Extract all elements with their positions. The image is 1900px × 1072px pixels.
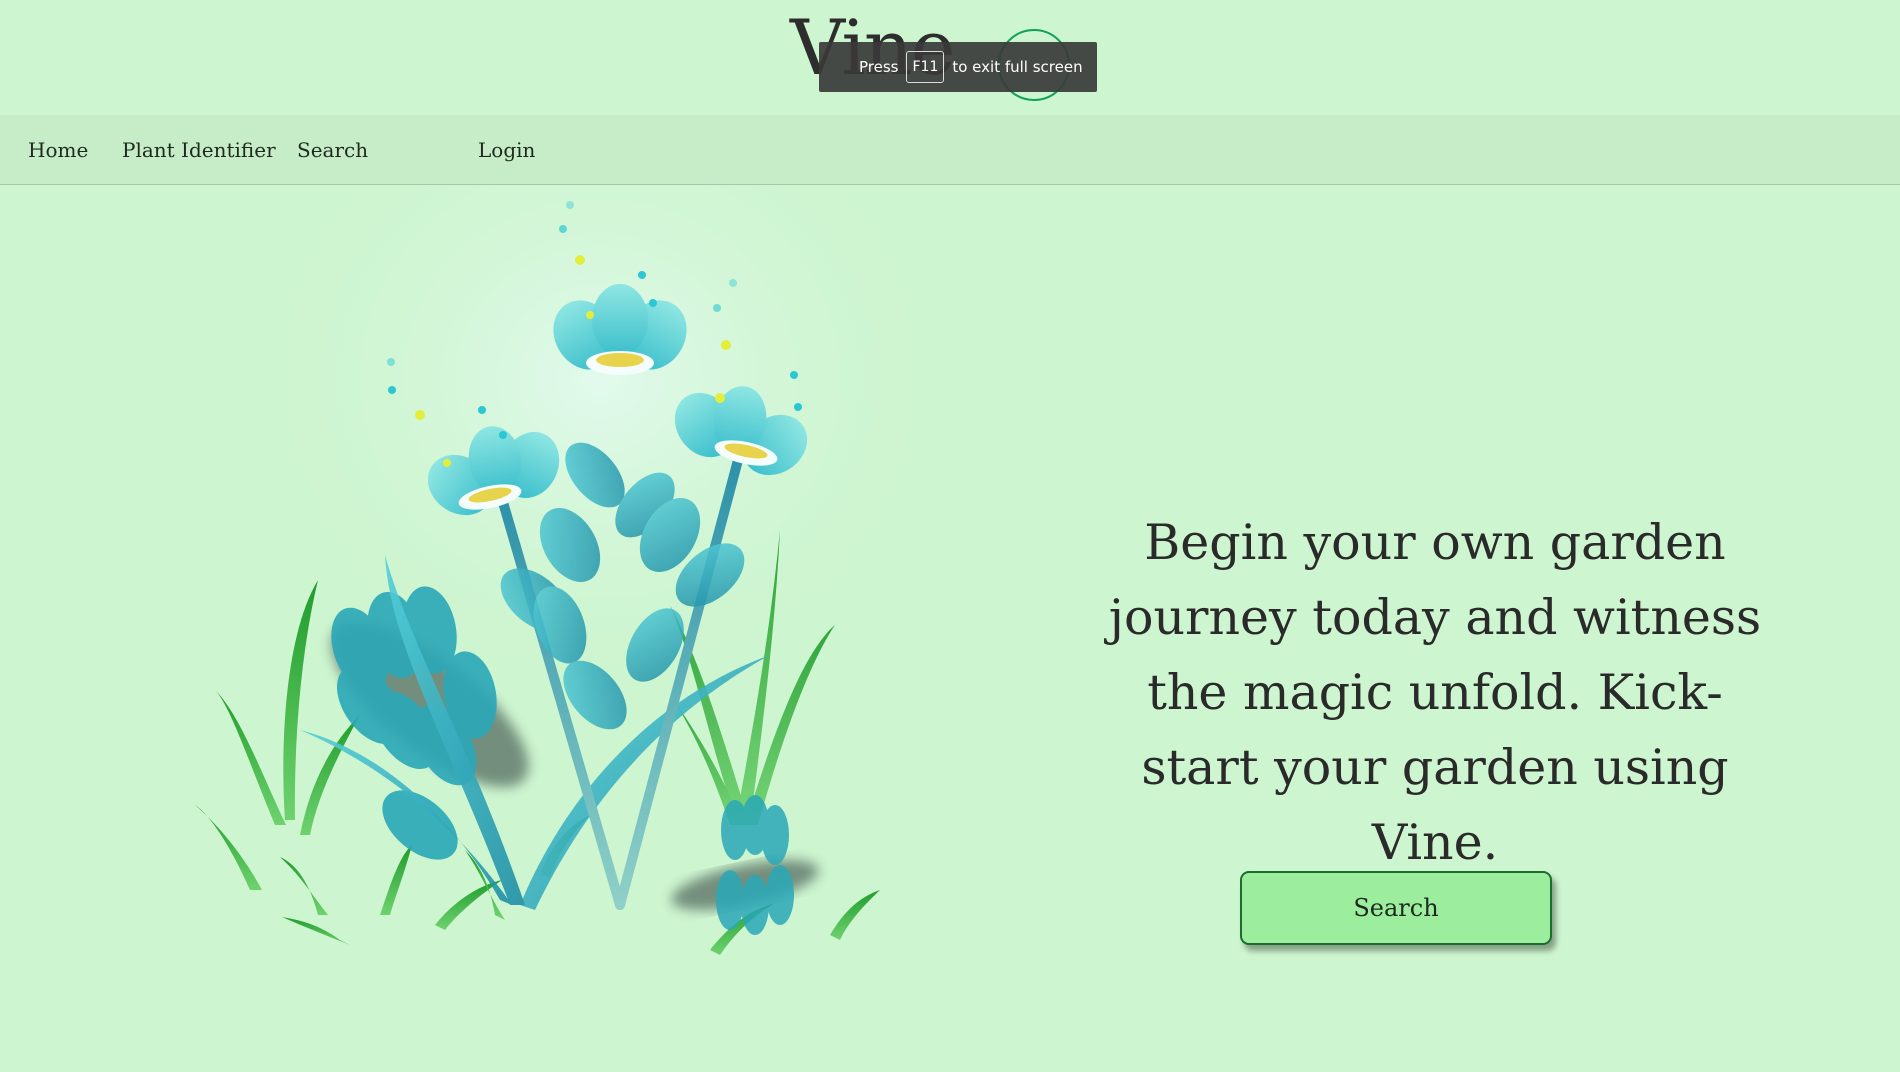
toast-press-text: Press: [859, 58, 899, 76]
toast-exit-text: to exit full screen: [952, 58, 1083, 76]
flower-garden-illustration: [190, 115, 1010, 985]
toast-key-badge: F11: [906, 51, 945, 83]
nav-search[interactable]: Search: [297, 115, 368, 185]
site-header: Vine Press F11 to exit full screen: [0, 0, 1900, 115]
fullscreen-toast: Press F11 to exit full screen: [819, 42, 1097, 92]
flower-garden-svg: [195, 115, 960, 955]
fern-right-icon: [671, 795, 819, 935]
main-navbar: Home Plant Identifier Search Login: [0, 115, 1900, 185]
hero-headline: Begin your own garden journey today and …: [1108, 514, 1762, 871]
search-cta-button[interactable]: Search: [1240, 871, 1552, 945]
page: Vine Press F11 to exit full screen Home …: [0, 0, 1900, 1072]
nav-plant-identifier[interactable]: Plant Identifier: [122, 115, 276, 185]
nav-login[interactable]: Login: [478, 115, 535, 185]
nav-home[interactable]: Home: [28, 115, 88, 185]
